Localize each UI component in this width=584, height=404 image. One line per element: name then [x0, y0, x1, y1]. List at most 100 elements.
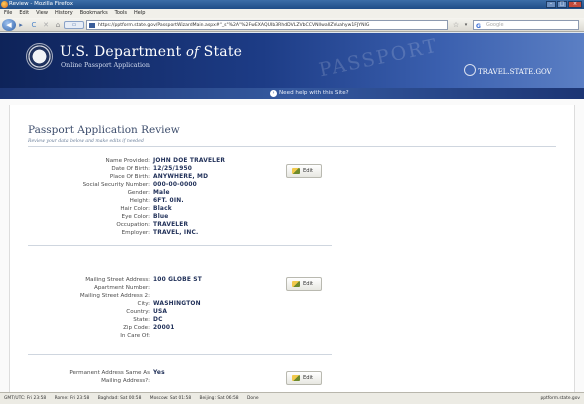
window-title: Review - Mozilla Firefox: [9, 1, 74, 7]
edit-pencil-icon: [292, 281, 300, 287]
search-input[interactable]: G Google: [473, 20, 579, 30]
field-label: Occupation:: [116, 222, 150, 228]
help-link[interactable]: › Need help with this Site?: [270, 89, 349, 98]
field-label: Hair Color:: [120, 206, 150, 212]
help-link-label: Need help with this Site?: [279, 90, 349, 96]
field-label: In Care Of:: [120, 333, 150, 339]
stop-button[interactable]: ✕: [42, 20, 50, 30]
status-bar: GMT/UTC: Fri 23:58 Rome: Fri 23:58 Baghd…: [0, 392, 584, 404]
menu-tools[interactable]: Tools: [115, 9, 127, 18]
field-label: City:: [137, 301, 150, 307]
page-title: Passport Application Review: [28, 124, 180, 136]
back-button[interactable]: ◀: [2, 19, 16, 31]
content-card: [9, 105, 575, 392]
home-button[interactable]: ⌂: [54, 20, 62, 30]
help-bar: › Need help with this Site?: [0, 88, 584, 99]
edit-label: Edit: [303, 281, 314, 287]
help-arrow-icon: ›: [270, 90, 277, 97]
edit-label: Edit: [303, 168, 314, 174]
edit-pencil-icon: [292, 168, 300, 174]
menu-bar: File Edit View History Bookmarks Tools H…: [0, 9, 584, 18]
menu-history[interactable]: History: [55, 9, 73, 18]
field-label: Social Security Number:: [82, 182, 150, 188]
status-domain: pptform.state.gov: [540, 396, 580, 401]
window-titlebar: Review - Mozilla Firefox – □ ×: [0, 0, 584, 9]
field-value: Yes: [153, 370, 165, 376]
field-value: 12/25/1950: [153, 166, 193, 172]
menu-view[interactable]: View: [36, 9, 48, 18]
field-label: Apartment Number:: [94, 285, 150, 291]
edit-mailing-button[interactable]: Edit: [286, 277, 322, 291]
field-label: Mailing Street Address:: [85, 277, 150, 283]
field-label: Permanent Address Same As: [69, 370, 150, 376]
navigation-toolbar: ◀ ▸ C ✕ ⌂ ▭ https://pptform.state.gov/Pa…: [0, 18, 584, 32]
field-value: USA: [153, 309, 168, 315]
field-value: Male: [153, 190, 170, 196]
maximize-button[interactable]: □: [557, 1, 567, 8]
reload-button[interactable]: C: [30, 20, 38, 30]
field-value: ANYWHERE, MD: [153, 174, 209, 180]
bookmark-toolbar-icon[interactable]: ▭: [64, 21, 84, 29]
dept-name-post: State: [203, 44, 243, 60]
section-divider: [28, 245, 332, 246]
field-value: TRAVEL, INC.: [153, 230, 199, 236]
travel-logo-icon: [464, 64, 476, 76]
field-label: Place Of Birth:: [109, 174, 150, 180]
menu-help[interactable]: Help: [134, 9, 145, 18]
field-value: TRAVELER: [153, 222, 189, 228]
edit-personal-button[interactable]: Edit: [286, 164, 322, 178]
field-label: Eye Color:: [121, 214, 150, 220]
title-divider: [28, 146, 556, 147]
department-title: U.S. Department of State: [60, 44, 242, 60]
field-label: Country:: [126, 309, 150, 315]
edit-permanent-button[interactable]: Edit: [286, 371, 322, 385]
menu-file[interactable]: File: [4, 9, 12, 18]
search-placeholder: Google: [486, 22, 504, 28]
field-value: Black: [153, 206, 172, 212]
forward-button[interactable]: ▸: [17, 20, 25, 30]
field-value: 100 GLOBE ST: [153, 277, 202, 283]
passport-watermark: PASSPORT: [317, 34, 441, 82]
field-value: 000-00-0000: [153, 182, 197, 188]
field-label: Mailing Address?:: [101, 378, 150, 384]
site-banner: U.S. Department of State Online Passport…: [0, 33, 584, 88]
field-value: WASHINGTON: [153, 301, 201, 307]
app-subtitle: Online Passport Application: [61, 62, 150, 69]
window-controls: – □ ×: [546, 1, 582, 8]
state-department-seal: [26, 43, 53, 70]
minimize-button[interactable]: –: [546, 1, 556, 8]
field-value: DC: [153, 317, 163, 323]
google-icon[interactable]: G: [476, 22, 481, 31]
dept-name-pre: U.S. Department: [60, 44, 182, 60]
field-value: 20001: [153, 325, 175, 331]
field-label: Height:: [129, 198, 150, 204]
address-bar[interactable]: https://pptform.state.gov/PassportWizard…: [86, 20, 448, 30]
page-subtitle: Review your data below and make edits if…: [28, 139, 144, 144]
field-label: Zip Code:: [123, 325, 150, 331]
world-clocks: GMT/UTC: Fri 23:58 Rome: Fri 23:58 Baghd…: [4, 393, 266, 404]
clock-rome: Rome: Fri 23:58: [54, 396, 90, 401]
bookmark-star-icon[interactable]: ☆: [452, 20, 460, 30]
field-label: Employer:: [121, 230, 150, 236]
clock-gmt: GMT/UTC: Fri 23:58: [4, 396, 47, 401]
field-label: Date Of Birth:: [111, 166, 150, 172]
clock-baghdad: Baghdad: Sat 00:58: [97, 396, 142, 401]
field-label: State:: [133, 317, 150, 323]
field-value: Blue: [153, 214, 169, 220]
url-dropdown-icon[interactable]: ▾: [463, 20, 469, 30]
travel-state-gov-link[interactable]: TRAVEL.STATE.GOV: [464, 64, 552, 76]
clock-beijing: Beijing: Sat 06:58: [199, 396, 239, 401]
edit-label: Edit: [303, 375, 314, 381]
travel-logo-text: TRAVEL.STATE.GOV: [478, 68, 552, 76]
close-window-button[interactable]: ×: [568, 1, 582, 8]
field-label: Gender:: [127, 190, 150, 196]
menu-edit[interactable]: Edit: [19, 9, 29, 18]
menu-bookmarks[interactable]: Bookmarks: [80, 9, 108, 18]
field-value: JOHN DOE TRAVELER: [153, 158, 226, 164]
firefox-icon: [1, 1, 8, 8]
edit-pencil-icon: [292, 375, 300, 381]
site-favicon: [89, 23, 95, 28]
url-text: https://pptform.state.gov/PassportWizard…: [98, 23, 370, 28]
section-divider: [28, 354, 332, 355]
field-value: 6FT. 0IN.: [153, 198, 184, 204]
